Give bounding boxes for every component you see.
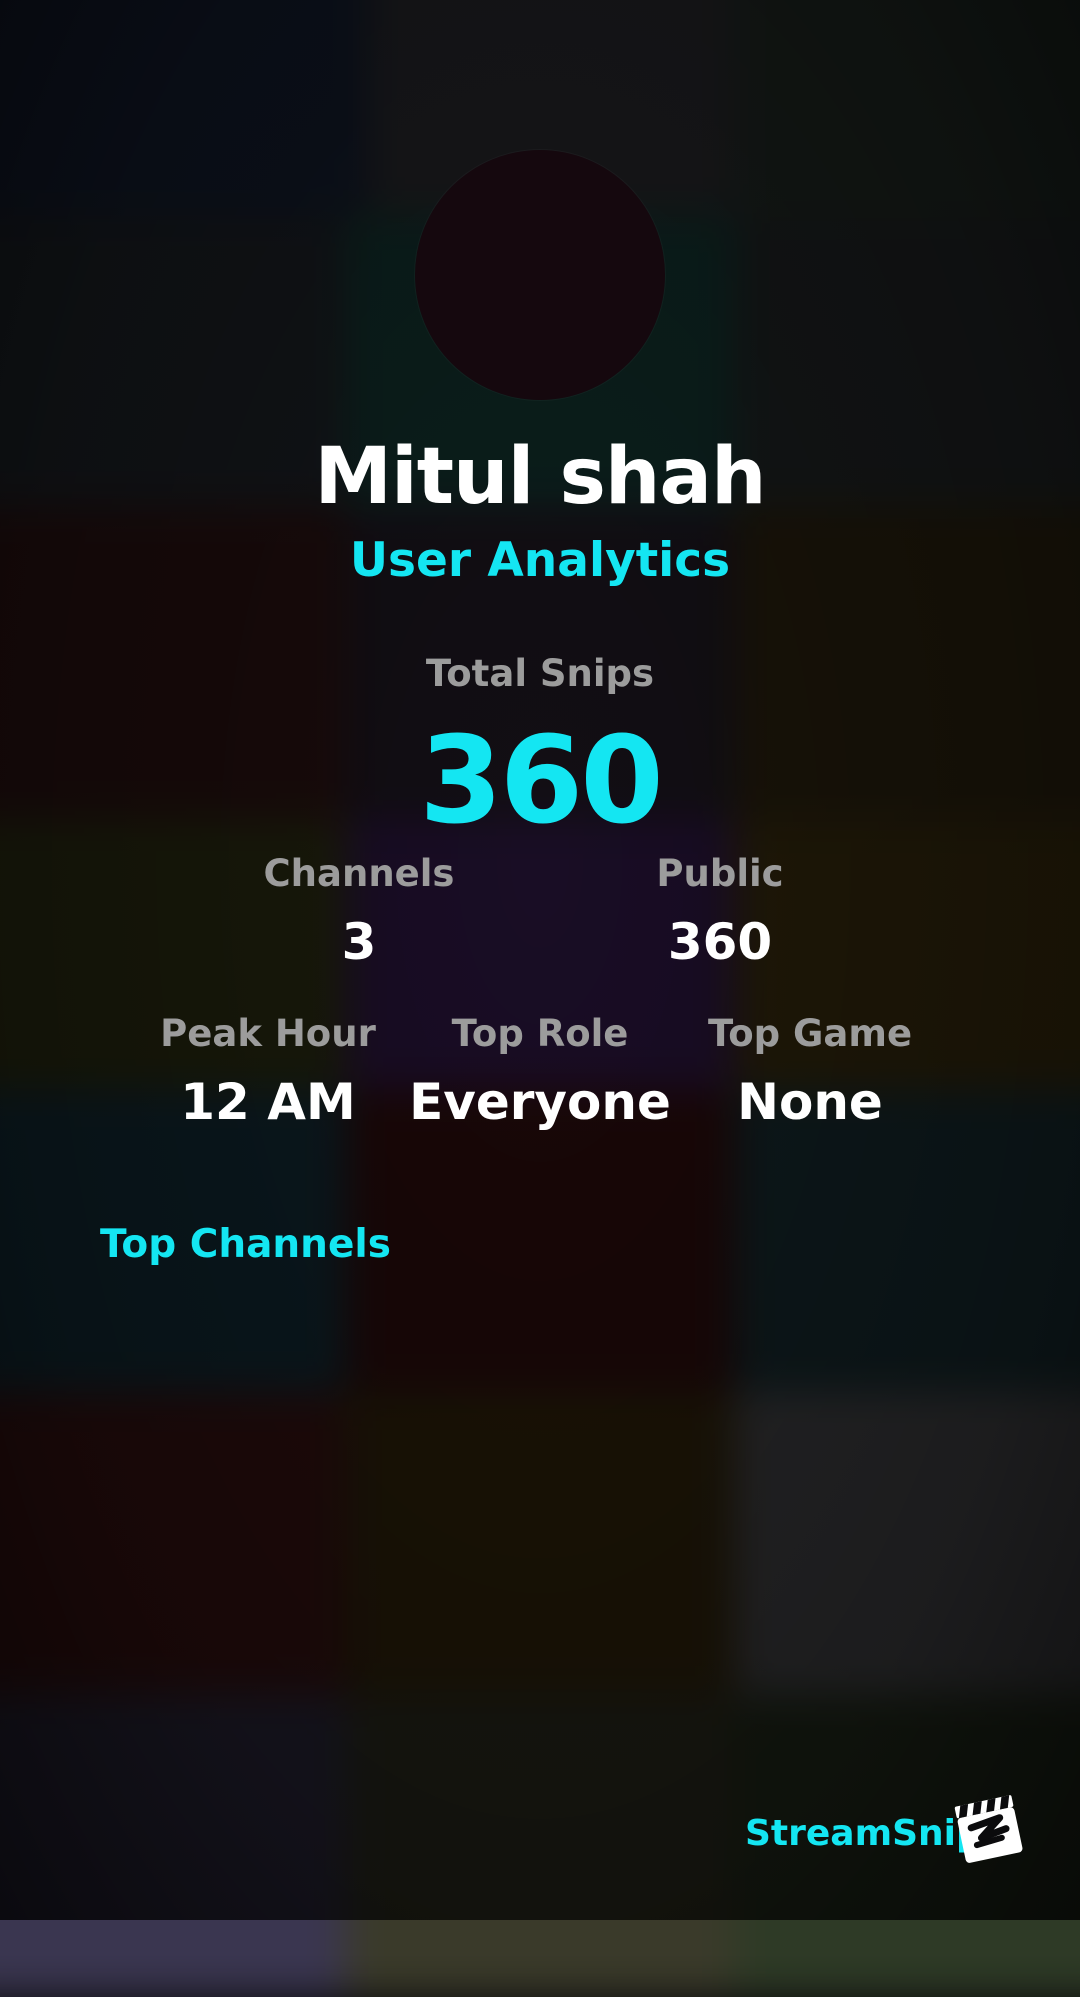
peak-hour-value: 12 AM (180, 1073, 356, 1131)
public-value: 360 (667, 913, 773, 971)
avatar (415, 150, 665, 400)
channels-label: Channels (263, 852, 455, 895)
channels-stat: Channels 3 (209, 852, 509, 971)
public-stat: Public 360 (570, 852, 870, 971)
top-game-value: None (737, 1073, 883, 1131)
clapperboard-icon (950, 1790, 1030, 1870)
peak-hour-stat: Peak Hour 12 AM (118, 1012, 418, 1131)
peak-hour-label: Peak Hour (160, 1012, 376, 1055)
public-label: Public (656, 852, 784, 895)
top-game-stat: Top Game None (660, 1012, 960, 1131)
top-game-label: Top Game (707, 1012, 913, 1055)
page-subtitle: User Analytics (349, 533, 731, 588)
top-role-value: Everyone (409, 1073, 671, 1131)
total-snips-value: 360 (419, 712, 664, 851)
brand-name: StreamSnip (745, 1813, 982, 1854)
top-channels-heading: Top Channels (100, 1222, 391, 1267)
channels-value: 3 (341, 913, 377, 971)
top-role-stat: Top Role Everyone (390, 1012, 690, 1131)
top-role-label: Top Role (451, 1012, 629, 1055)
user-name: Mitul shah (314, 432, 766, 522)
total-snips-label: Total Snips (425, 652, 655, 695)
